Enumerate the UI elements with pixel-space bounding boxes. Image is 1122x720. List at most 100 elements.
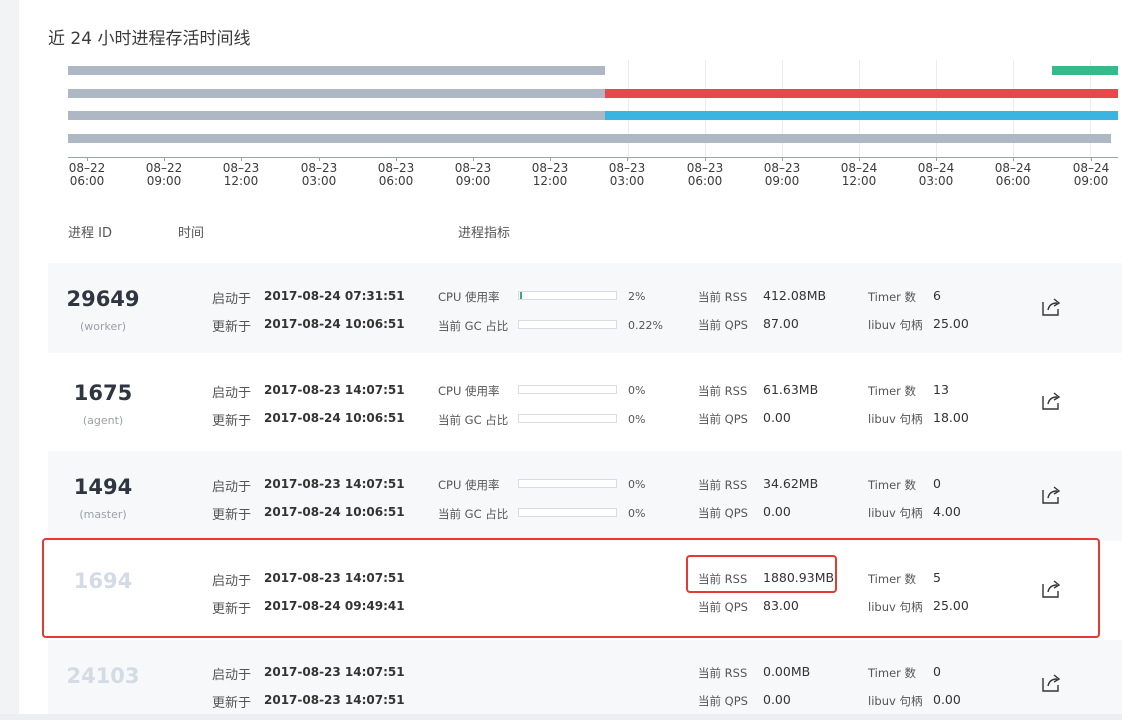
timeline-tick-label: 08–23 12:00: [520, 162, 580, 188]
external-open-icon[interactable]: [1040, 672, 1062, 694]
cpu-progress-bar: [518, 291, 617, 300]
timeline-tick-label: 08–24 12:00: [829, 162, 889, 188]
timeline-tick-label: 08–23 06:00: [366, 162, 426, 188]
tick-time: 12:00: [841, 174, 877, 188]
rss-label: 当前 RSS: [698, 290, 748, 304]
timeline-tick-label: 08–23 03:00: [289, 162, 349, 188]
timeline-bar-segment: [605, 111, 1118, 120]
timeline-bar-segment: [68, 66, 605, 75]
gridline: [859, 60, 860, 160]
gc-progress-bar: [518, 320, 617, 329]
tick-time: 12:00: [223, 174, 259, 188]
timeline-tick-label: 08–23 09:00: [752, 162, 812, 188]
timeline-tick-label: 08–24 03:00: [906, 162, 966, 188]
started-time: 2017-08-23 14:07:51: [264, 383, 405, 397]
column-header-metrics: 进程指标: [458, 226, 511, 241]
qps-value: 0.00: [763, 692, 791, 707]
rss-value: 61.63MB: [763, 382, 819, 397]
started-time: 2017-08-23 14:07:51: [264, 477, 405, 491]
timeline-tick-label: 08–23 06:00: [675, 162, 735, 188]
tick-time: 03:00: [918, 174, 954, 188]
timeline-bar-segment: [68, 89, 605, 98]
gc-percent: 0%: [628, 507, 646, 520]
gridline: [628, 60, 629, 160]
process-row: 29649 (worker) 启动于 2017-08-24 07:31:51 更…: [48, 263, 1122, 353]
updated-label: 更新于: [212, 696, 252, 711]
gridline: [705, 60, 706, 160]
gridline: [1090, 60, 1091, 160]
gridline: [936, 60, 937, 160]
cpu-label: CPU 使用率: [438, 384, 500, 398]
tick-time: 12:00: [532, 174, 568, 188]
process-row: 1675 (agent) 启动于 2017-08-23 14:07:51 更新于…: [48, 357, 1122, 447]
libuv-value: 25.00: [933, 316, 969, 331]
process-id: 1675: [73, 381, 133, 405]
rss-value: 0.00MB: [763, 664, 811, 679]
timeline-bar-segment: [1052, 66, 1118, 75]
updated-time: 2017-08-24 10:06:51: [264, 411, 405, 425]
timeline-bar-segment: [605, 89, 1118, 98]
process-row: 1494 (master) 启动于 2017-08-23 14:07:51 更新…: [48, 451, 1122, 541]
process-id: 1494: [73, 475, 133, 499]
external-open-icon[interactable]: [1040, 296, 1062, 318]
updated-time: 2017-08-24 10:06:51: [264, 317, 405, 331]
timer-value: 13: [933, 382, 949, 397]
timer-label: Timer 数: [868, 478, 917, 492]
cpu-progress-bar: [518, 385, 617, 394]
gc-progress-bar: [518, 414, 617, 423]
tick-time: 03:00: [609, 174, 645, 188]
tick-time: 09:00: [764, 174, 800, 188]
cpu-percent: 0%: [628, 384, 646, 397]
timeline-chart: 08–22 06:00 08–22 09:00 08–23 12:00 08–23 03:00…: [0, 0, 1122, 200]
libuv-label: libuv 句柄: [868, 412, 923, 426]
process-role: (worker): [79, 320, 127, 333]
timer-value: 0: [933, 476, 941, 491]
timeline-bar-segment: [68, 134, 1111, 143]
cpu-percent: 2%: [628, 290, 646, 303]
qps-value: 0.00: [763, 410, 791, 425]
qps-value: 87.00: [763, 316, 799, 331]
timeline-tick-label: 08–23 03:00: [597, 162, 657, 188]
bottom-edge: [0, 714, 1122, 720]
timeline-tick-label: 08–24 09:00: [1061, 162, 1121, 188]
libuv-value: 18.00: [933, 410, 969, 425]
external-open-icon[interactable]: [1040, 390, 1062, 412]
row-highlight-box: [42, 538, 1100, 638]
rss-label: 当前 RSS: [698, 478, 748, 492]
gridline: [782, 60, 783, 160]
rss-value: 34.62MB: [763, 476, 819, 491]
started-time: 2017-08-24 07:31:51: [264, 289, 405, 303]
timeline-tick-label: 08–22 06:00: [57, 162, 117, 188]
tick-time: 09:00: [146, 174, 182, 188]
external-open-icon[interactable]: [1040, 484, 1062, 506]
gc-percent: 0%: [628, 413, 646, 426]
updated-label: 更新于: [212, 508, 252, 523]
tick-time: 06:00: [687, 174, 723, 188]
gc-percent: 0.22%: [628, 319, 663, 332]
updated-time: 2017-08-24 10:06:51: [264, 505, 405, 519]
cpu-progress-fill: [520, 292, 522, 299]
process-role: (master): [79, 508, 127, 521]
cpu-progress-bar: [518, 479, 617, 488]
timeline-tick-label: 08–22 09:00: [134, 162, 194, 188]
gc-label: 当前 GC 占比: [438, 319, 509, 333]
timer-label: Timer 数: [868, 666, 917, 680]
process-role: (agent): [82, 414, 124, 427]
libuv-label: libuv 句柄: [868, 318, 923, 332]
updated-time: 2017-08-23 14:07:51: [264, 693, 405, 707]
libuv-label: libuv 句柄: [868, 694, 923, 708]
process-id: 24103: [66, 664, 140, 688]
started-label: 启动于: [212, 480, 252, 495]
qps-label: 当前 QPS: [698, 318, 748, 332]
started-label: 启动于: [212, 668, 252, 683]
timeline-tick-label: 08–23 12:00: [211, 162, 271, 188]
cpu-label: CPU 使用率: [438, 290, 500, 304]
tick-time: 06:00: [995, 174, 1031, 188]
cpu-label: CPU 使用率: [438, 478, 500, 492]
timer-value: 0: [933, 664, 941, 679]
qps-value: 0.00: [763, 504, 791, 519]
cpu-percent: 0%: [628, 478, 646, 491]
timer-label: Timer 数: [868, 290, 917, 304]
process-id: 29649: [66, 287, 140, 311]
qps-label: 当前 QPS: [698, 506, 748, 520]
